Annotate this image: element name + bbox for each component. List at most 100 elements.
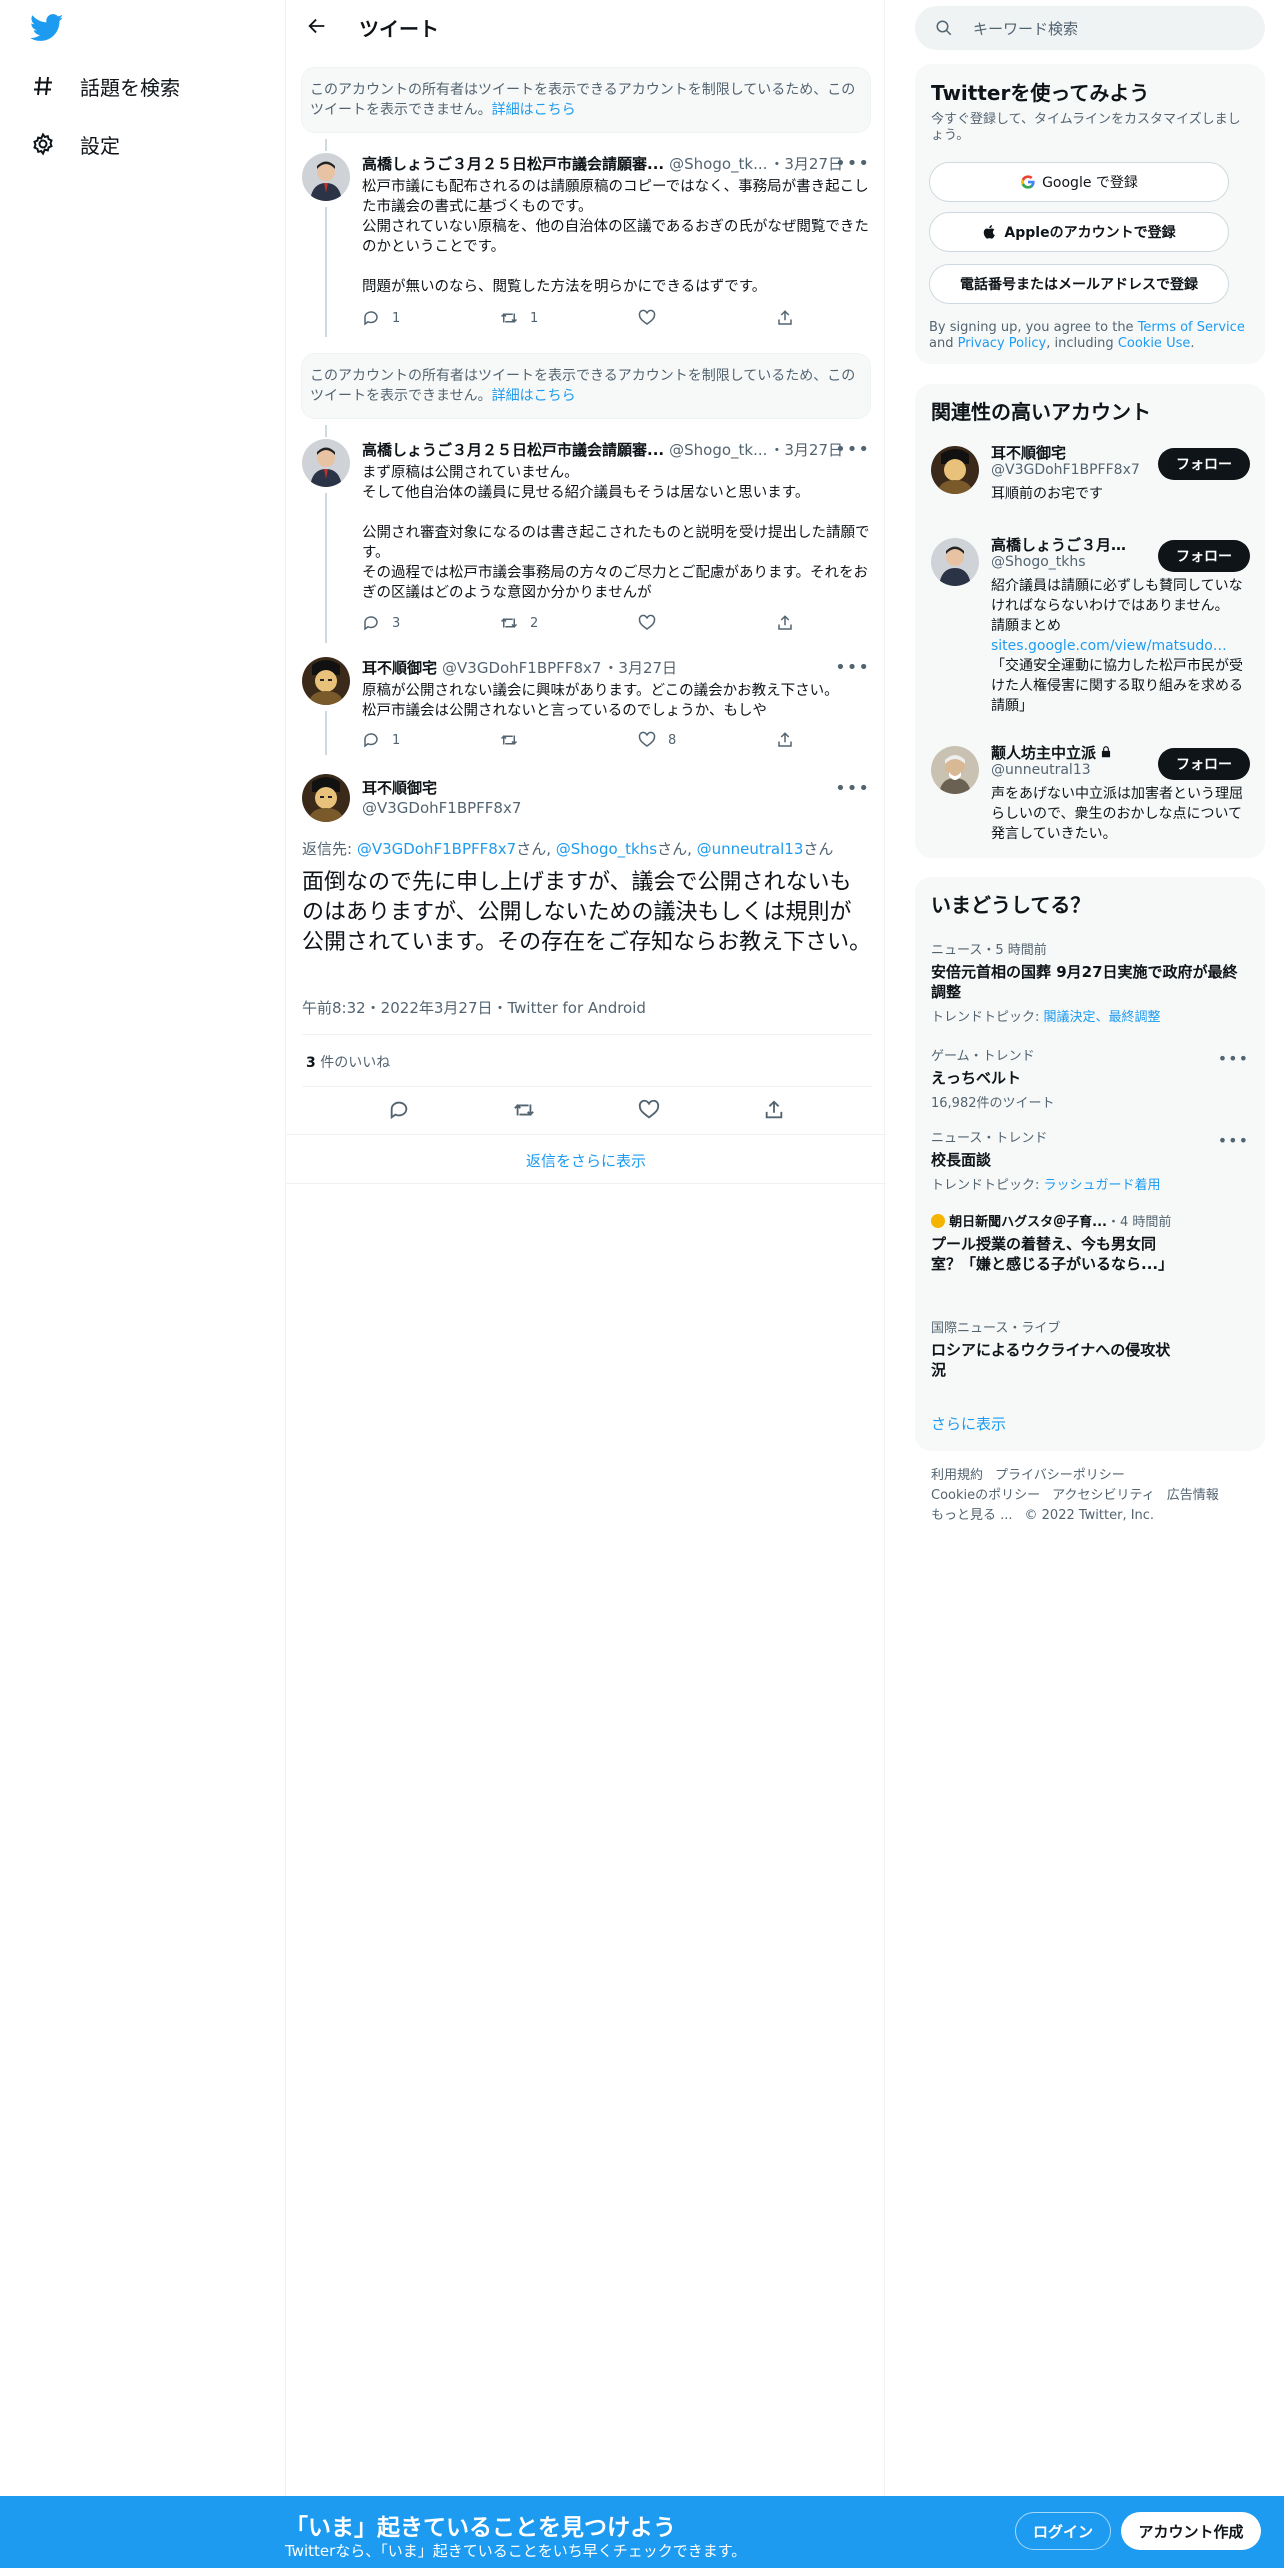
nav-settings[interactable]: 設定	[30, 124, 120, 164]
tweet-timestamp[interactable]: 午前8:32・2022年3月27日・Twitter for Android	[302, 997, 646, 1018]
share-button[interactable]	[763, 1099, 785, 1125]
nav-explore-label: 話題を検索	[80, 75, 180, 100]
footer-terms-link[interactable]: 利用規約	[931, 1468, 983, 1483]
more-options-icon[interactable]: •••	[835, 153, 870, 174]
tweet-date[interactable]: ・3月27日	[769, 153, 843, 174]
retweet-button[interactable]	[500, 730, 638, 750]
back-arrow-icon[interactable]	[306, 15, 330, 39]
thread-tweet[interactable]: 高橋しょうご３月２５日松戸市議会請願審... @Shogo_tk... ・3月2…	[286, 153, 886, 343]
like-button[interactable]: 8	[638, 730, 776, 750]
reply-button[interactable]: 1	[362, 730, 500, 750]
footer-cookie-link[interactable]: Cookieのポリシー	[931, 1488, 1040, 1503]
footer-privacy-link[interactable]: プライバシーポリシー	[995, 1468, 1125, 1483]
show-more-replies-link[interactable]: 返信をさらに表示	[286, 1150, 886, 1171]
trend-item[interactable]: ニュース・5 時間前 安倍元首相の国葬 9月27日実施で政府が最終調整 トレンド…	[931, 939, 1249, 1025]
more-options-icon[interactable]: •••	[835, 778, 870, 799]
trend-item[interactable]: ゲーム・トレンド えっちベルト 16,982件のツイート •••	[931, 1045, 1249, 1111]
cookie-use-link[interactable]: Cookie Use	[1118, 336, 1191, 351]
login-button[interactable]: ログイン	[1015, 2512, 1111, 2550]
trend-item[interactable]: 朝日新聞ハグスタ＠子育...・4 時間前 プール授業の着替え、今も男女同室？「嫌…	[931, 1211, 1249, 1274]
tweet-text: まず原稿は公開されていません。 そして他自治体の議員に見せる紹介議員もそうは居な…	[362, 465, 870, 601]
nav-explore[interactable]: 話題を検索	[30, 66, 180, 106]
avatar[interactable]	[302, 153, 350, 201]
reply-button[interactable]: 3	[362, 613, 500, 633]
tweet-author-handle[interactable]: @Shogo_tk...	[669, 441, 767, 459]
trend-meta: 国際ニュース・ライブ	[931, 1321, 1061, 1336]
thread-line	[325, 207, 327, 337]
trend-topic-link[interactable]: 閣議決定、最終調整	[1044, 1010, 1161, 1025]
more-options-icon[interactable]: •••	[1218, 1131, 1249, 1150]
follow-button[interactable]: フォロー	[1158, 448, 1250, 480]
trend-topic-link[interactable]: ラッシュガード着用	[1044, 1178, 1161, 1193]
retweet-icon	[500, 313, 518, 323]
account-name[interactable]: 耳不順御宅	[991, 442, 1066, 463]
trend-item[interactable]: ニュース・トレンド 校長面談 トレンドトピック: ラッシュガード着用 •••	[931, 1127, 1249, 1193]
phone-email-signup-button[interactable]: 電話番号またはメールアドレスで登録	[929, 264, 1229, 304]
account-handle[interactable]: @Shogo_tkhs	[991, 554, 1086, 570]
tweet-author-name[interactable]: 高橋しょうご３月２５日松戸市議会請願審...	[362, 153, 664, 174]
avatar[interactable]	[931, 746, 979, 794]
privacy-policy-link[interactable]: Privacy Policy	[958, 336, 1047, 351]
footer-ads-link[interactable]: 広告情報	[1167, 1488, 1219, 1503]
thread-tweet[interactable]: 耳不順御宅 @V3GDohF1BPFF8x7 ・3月27日 ••• 原稿が公開さ…	[286, 657, 886, 767]
retweet-button[interactable]: 1	[500, 308, 638, 328]
avatar[interactable]	[302, 657, 350, 705]
learn-more-link[interactable]: 詳細はこちら	[492, 388, 576, 404]
reply-button[interactable]: 1	[362, 308, 500, 328]
tweet-author-name[interactable]: 耳不順御宅	[362, 777, 437, 798]
share-button[interactable]	[776, 613, 914, 633]
tweet-author-handle[interactable]: @V3GDohF1BPFF8x7	[442, 659, 601, 677]
like-button[interactable]	[638, 308, 776, 328]
account-name[interactable]: 高橋しょうご３月２...	[991, 534, 1141, 555]
account-handle[interactable]: @unneutral13	[991, 762, 1091, 778]
bio-link[interactable]: sites.google.com/view/matsudovt...	[991, 636, 1231, 656]
more-options-icon[interactable]: •••	[835, 657, 870, 678]
avatar[interactable]	[931, 446, 979, 494]
restricted-notice: このアカウントの所有者はツイートを表示できるアカウントを制限しているため、このツ…	[301, 67, 871, 133]
search-input[interactable]: キーワード検索	[915, 6, 1265, 50]
share-button[interactable]	[776, 730, 914, 750]
reply-button[interactable]	[388, 1099, 410, 1125]
terms-of-service-link[interactable]: Terms of Service	[1138, 320, 1245, 335]
mention-link[interactable]: @Shogo_tkhs	[556, 840, 657, 858]
retweet-button[interactable]: 2	[500, 613, 638, 633]
like-button[interactable]	[638, 613, 776, 633]
tweet-author-handle[interactable]: @V3GDohF1BPFF8x7	[362, 799, 521, 817]
avatar[interactable]	[302, 439, 350, 487]
account-handle[interactable]: @V3GDohF1BPFF8x7	[991, 462, 1140, 478]
related-account[interactable]: 高橋しょうご３月２... @Shogo_tkhs フォロー 紹介議員は請願に必ず…	[915, 534, 1265, 714]
footer-more-link[interactable]: もっと見る ...	[931, 1508, 1013, 1523]
tweet-author-name[interactable]: 耳不順御宅	[362, 657, 437, 678]
google-signup-button[interactable]: Google で登録	[929, 162, 1229, 202]
apple-signup-button[interactable]: Appleのアカウントで登録	[929, 212, 1229, 252]
twitter-logo-icon[interactable]	[29, 14, 66, 44]
like-button[interactable]	[638, 1099, 660, 1125]
follow-button[interactable]: フォロー	[1158, 540, 1250, 572]
tweet-date[interactable]: ・3月27日	[603, 657, 677, 678]
related-account[interactable]: 颟人坊主中立派 @unneutral13 フォロー 声をあげない中立派は加害者と…	[915, 742, 1265, 842]
more-options-icon[interactable]: •••	[1218, 1049, 1249, 1068]
mention-link[interactable]: @V3GDohF1BPFF8x7	[357, 840, 516, 858]
avatar[interactable]	[302, 774, 350, 822]
mention-link[interactable]: @unneutral13	[697, 840, 804, 858]
account-name[interactable]: 颟人坊主中立派	[991, 742, 1096, 763]
share-button[interactable]	[776, 308, 914, 328]
trend-item[interactable]: 国際ニュース・ライブ ロシアによるウクライナへの侵攻状況	[931, 1317, 1249, 1380]
footer-accessibility-link[interactable]: アクセシビリティ	[1052, 1488, 1155, 1503]
learn-more-link[interactable]: 詳細はこちら	[492, 102, 576, 118]
thread-tweet[interactable]: 高橋しょうご３月２５日松戸市議会請願審... @Shogo_tk... ・3月2…	[286, 439, 886, 643]
avatar[interactable]	[931, 538, 979, 586]
retweet-button[interactable]	[513, 1099, 535, 1125]
like-count-summary[interactable]: 3 件のいいね	[306, 1052, 390, 1072]
related-account[interactable]: 耳不順御宅 @V3GDohF1BPFF8x7 フォロー 耳順前のお宅です	[915, 442, 1265, 514]
like-count-label: 件のいいね	[315, 1055, 391, 1071]
more-options-icon[interactable]: •••	[835, 439, 870, 460]
tweet-author-name[interactable]: 高橋しょうご３月２５日松戸市議会請願審...	[362, 439, 664, 460]
tweet-author-handle[interactable]: @Shogo_tk...	[669, 155, 767, 173]
account-bio: 紹介議員は請願に必ずしも賛同していなければならないわけではありません。 請願まと…	[991, 576, 1251, 716]
follow-button[interactable]: フォロー	[1158, 748, 1250, 780]
tweet-date[interactable]: ・3月27日	[769, 439, 843, 460]
show-more-trends-link[interactable]: さらに表示	[931, 1413, 1006, 1434]
signup-button[interactable]: アカウント作成	[1121, 2512, 1261, 2550]
thread-line	[325, 711, 327, 755]
